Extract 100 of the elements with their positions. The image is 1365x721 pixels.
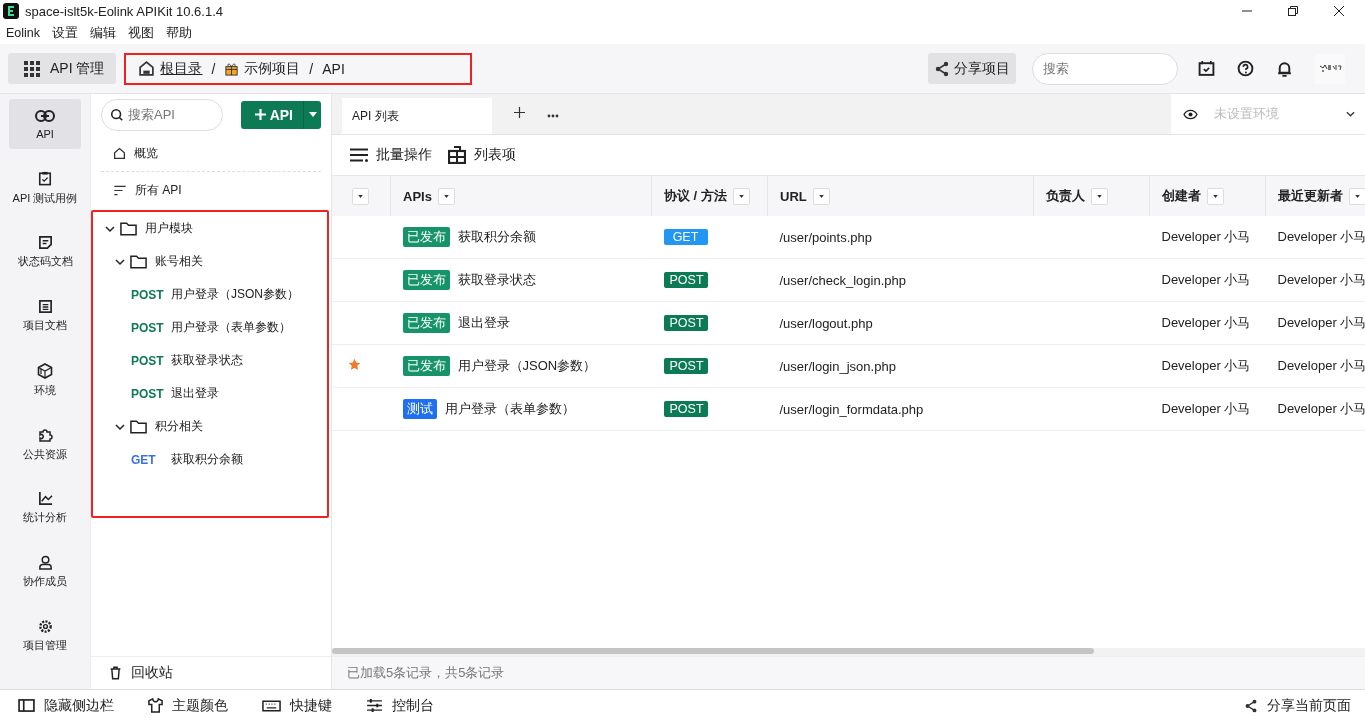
column-menu-button[interactable]	[1349, 187, 1365, 205]
bottom-bar-button[interactable]: 主题颜色	[148, 696, 228, 715]
share-icon	[1244, 698, 1258, 713]
scrollbar-thumb[interactable]	[332, 648, 1094, 654]
tree-item[interactable]: 概览	[101, 135, 321, 172]
breadcrumb-link[interactable]: 示例项目	[244, 59, 301, 78]
eye-icon	[1183, 108, 1198, 120]
column-header: 创建者	[1162, 187, 1201, 205]
table-cell: Developer 小马	[1161, 358, 1251, 373]
nav-item[interactable]: API	[9, 99, 81, 149]
note-icon	[37, 235, 53, 250]
calendar-check-icon[interactable]	[1198, 60, 1215, 77]
breadcrumb-separator: /	[211, 60, 216, 77]
bell-icon[interactable]	[1276, 60, 1293, 77]
api-item[interactable]: POST 用户登录（JSON参数）	[93, 278, 327, 311]
table-cell: /user/login_formdata.php	[779, 401, 924, 417]
menu-item[interactable]: 视图	[128, 24, 155, 42]
clipboard-check-icon	[38, 170, 52, 187]
column-menu-button[interactable]	[732, 187, 750, 205]
folder-item[interactable]: 账号相关	[93, 245, 327, 278]
share-project-button[interactable]: 分享项目	[928, 53, 1016, 84]
maximize-icon[interactable]	[1287, 5, 1299, 17]
menu-item[interactable]: 编辑	[90, 24, 117, 42]
link-icon	[35, 108, 55, 124]
breadcrumb-current: API	[322, 60, 345, 77]
app-switch-button[interactable]: API 管理	[8, 53, 117, 84]
add-api-button[interactable]: API	[240, 100, 303, 129]
column-menu-button[interactable]	[1207, 187, 1224, 205]
search-icon	[110, 107, 124, 122]
table-cell: Developer 小马	[1161, 272, 1251, 287]
column-header: 协议 / 方法	[664, 187, 727, 205]
table-row[interactable]: 已发布 获取积分余额 GET /user/points.php Developer 小马 Developer 小马	[332, 216, 1365, 259]
column-menu-button[interactable]	[812, 187, 830, 205]
share-page-button[interactable]: 分享当前页面	[1244, 696, 1351, 715]
caret-icon	[443, 194, 449, 198]
method-badge: POST	[663, 315, 708, 331]
search-field[interactable]: 搜索	[1032, 52, 1178, 85]
nav-item[interactable]: 公共资源	[9, 419, 81, 469]
table-cell: 用户登录（表单参数）	[444, 400, 575, 418]
window-title: space-islt5k-Eolink APIKit 10.6.1.4	[25, 3, 223, 19]
nav-item[interactable]: 状态码文档	[9, 227, 81, 277]
star-icon[interactable]	[348, 358, 361, 371]
bottom-bar-button[interactable]: 快捷键	[262, 696, 332, 715]
app-logo-icon	[3, 3, 19, 19]
trash-icon	[109, 666, 122, 680]
api-item[interactable]: POST 获取登录状态	[93, 344, 327, 377]
bottom-bar-button[interactable]: 隐藏侧边栏	[18, 696, 114, 715]
nav-item[interactable]: 项目管理	[9, 611, 81, 661]
column-menu-button[interactable]	[352, 187, 369, 205]
method-badge: POST	[663, 272, 708, 288]
add-api-dropdown-button[interactable]	[303, 100, 321, 129]
nav-item[interactable]: API 测试用例	[9, 163, 81, 213]
api-item[interactable]: POST 退出登录	[93, 377, 327, 410]
table-cell: /user/points.php	[779, 229, 872, 245]
list-icon	[350, 148, 368, 162]
status-badge: 测试	[402, 399, 437, 419]
menu-item[interactable]: 帮助	[166, 24, 193, 42]
api-item[interactable]: GET 获取积分余额	[93, 443, 327, 476]
table-row[interactable]: 测试 用户登录（表单参数） POST /user/login_formdata.php Developer 小马 Developer 小马	[332, 387, 1365, 431]
toolbar-button[interactable]: 批量操作	[350, 146, 432, 164]
chevron-down-icon	[1346, 111, 1355, 117]
status-badge: 已发布	[402, 270, 450, 290]
folder-item[interactable]: 用户模块	[93, 212, 327, 245]
table-cell: Developer 小马	[1277, 401, 1365, 416]
table-row[interactable]: 已发布 退出登录 POST /user/logout.php Developer 小马 Developer 小马	[332, 301, 1365, 345]
table-cell: /user/check_login.php	[779, 272, 906, 288]
method-badge: POST	[663, 401, 708, 417]
table-row[interactable]: 已发布 获取登录状态 POST /user/check_login.php Developer 小马 Developer 小马	[332, 258, 1365, 302]
recycle-bin-item[interactable]: 回收站	[91, 656, 331, 689]
help-icon[interactable]	[1237, 60, 1254, 77]
table-cell: 退出登录	[457, 314, 510, 332]
table-row[interactable]: 已发布 用户登录（JSON参数） POST /user/login_json.php Developer 小马 Developer 小马	[332, 344, 1365, 388]
api-item[interactable]: POST 用户登录（表单参数）	[93, 311, 327, 344]
status-badge: 已发布	[402, 227, 450, 247]
nav-item[interactable]: 统计分析	[9, 483, 81, 533]
nav-item[interactable]: 项目文档	[9, 291, 81, 341]
more-icon[interactable]	[547, 114, 559, 118]
breadcrumb-link[interactable]: 根目录	[160, 59, 203, 78]
tab[interactable]: API 列表	[342, 98, 492, 134]
column-menu-button[interactable]	[1091, 187, 1108, 205]
add-tab-icon[interactable]	[514, 107, 525, 118]
nav-item[interactable]: 环境	[9, 355, 81, 405]
shirt-icon	[148, 698, 163, 713]
status-badge: 已发布	[402, 313, 450, 333]
bottom-bar-button[interactable]: 控制台	[366, 696, 434, 715]
table-cell: Developer 小马	[1277, 272, 1365, 287]
line-chart-icon	[37, 491, 53, 506]
menu-item[interactable]: Eolink	[6, 26, 41, 40]
folder-item[interactable]: 积分相关	[93, 410, 327, 443]
column-menu-button[interactable]	[437, 187, 455, 205]
menu-item[interactable]: 设置	[52, 24, 79, 42]
column-header: URL	[780, 188, 807, 204]
tree-item[interactable]: 所有 API	[101, 172, 321, 208]
nav-item[interactable]: 协作成员	[9, 547, 81, 597]
api-search-field[interactable]: 搜索API	[101, 98, 223, 131]
close-icon[interactable]	[1333, 5, 1345, 17]
toolbar-button[interactable]: 列表项	[448, 146, 516, 164]
sliders-icon	[366, 699, 383, 712]
home-icon	[113, 146, 126, 160]
column-header: 最近更新者	[1278, 187, 1343, 205]
